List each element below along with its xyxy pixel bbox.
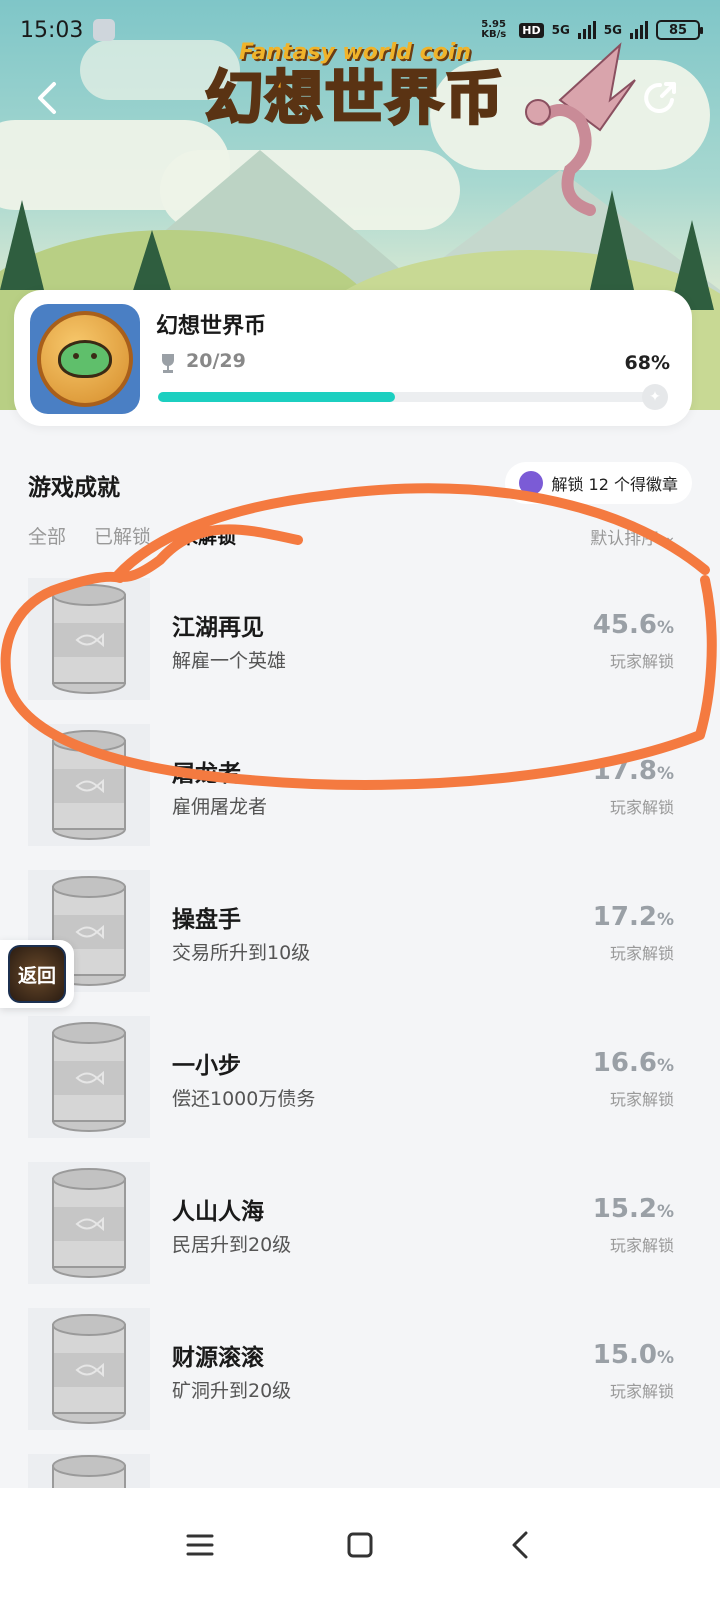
- signal-label-2: 5G: [603, 23, 622, 37]
- achievement-percent: 68%: [624, 352, 670, 374]
- wrench-icon: [93, 19, 116, 41]
- hd-icon: HD: [519, 22, 544, 38]
- achievement-unlock-label: 玩家解锁: [609, 1236, 674, 1255]
- locked-can-icon: [52, 1168, 126, 1278]
- achievement-name: 人山人海: [172, 1199, 264, 1225]
- achievement-item[interactable]: 人山人海 民居升到20级 15.2% 玩家解锁: [0, 1162, 720, 1308]
- achievement-unlock-label: 玩家解锁: [609, 798, 674, 817]
- achievement-thumbnail: [28, 1162, 150, 1284]
- percent-unit: %: [656, 910, 674, 930]
- percent-value: 16.6: [592, 1048, 657, 1078]
- achievement-thumbnail: [28, 1308, 150, 1430]
- achievement-unlock-percent: 15.2%: [593, 1194, 674, 1224]
- achievement-item[interactable]: 财源滚滚 矿洞升到20级 15.0% 玩家解锁: [0, 1308, 720, 1454]
- percent-value: 15.0: [592, 1340, 657, 1370]
- net-speed: 5.95 KB/s: [481, 19, 507, 40]
- achievement-thumbnail: [28, 1016, 150, 1138]
- achievement-unlock-label: 玩家解锁: [609, 1090, 674, 1109]
- achievement-item[interactable]: 江湖再见 解雇一个英雄 45.6% 玩家解锁: [0, 578, 720, 724]
- game-summary-card: 幻想世界币 20/29 68% ✦: [14, 290, 692, 426]
- achievement-list: 江湖再见 解雇一个英雄 45.6% 玩家解锁 屠龙者 雇佣屠龙者 17.8% 玩…: [0, 578, 720, 1600]
- locked-can-icon: [52, 730, 126, 840]
- achievement-unlock-label: 玩家解锁: [609, 944, 674, 963]
- status-indicators: 5.95 KB/s HD 5G 5G 85: [481, 19, 703, 40]
- signal-icon-2: [630, 21, 648, 39]
- menu-icon[interactable]: [185, 1530, 215, 1560]
- game-logo: Fantasy world coin 幻想世界币: [190, 40, 520, 133]
- chevron-down-icon: ⌄: [664, 528, 676, 545]
- achievement-count: 20/29: [186, 350, 246, 372]
- percent-unit: %: [656, 1348, 674, 1368]
- achievement-item[interactable]: 操盘手 交易所升到10级 17.2% 玩家解锁: [0, 870, 720, 1016]
- progress-end-icon: ✦: [642, 384, 668, 410]
- achievement-unlock-percent: 17.8%: [593, 756, 674, 786]
- achievement-description: 民居升到20级: [172, 1234, 292, 1256]
- achievement-unlock-percent: 17.2%: [593, 902, 674, 932]
- achievement-name: 屠龙者: [172, 761, 241, 787]
- achievement-thumbnail: [28, 578, 150, 700]
- percent-value: 17.8: [592, 756, 657, 786]
- achievement-name: 财源滚滚: [172, 1345, 264, 1371]
- share-icon[interactable]: [640, 78, 680, 118]
- badge-icon: [519, 471, 544, 495]
- percent-value: 45.6: [592, 610, 657, 640]
- percent-value: 17.2: [592, 902, 657, 932]
- achievement-unlock-label: 玩家解锁: [609, 1382, 674, 1401]
- achievement-name: 操盘手: [172, 907, 241, 933]
- achievement-name: 一小步: [172, 1053, 241, 1079]
- percent-value: 15.2: [592, 1194, 657, 1224]
- goblin-icon: [58, 340, 112, 378]
- achievement-unlock-percent: 15.0%: [593, 1340, 674, 1370]
- locked-can-icon: [52, 1314, 126, 1424]
- home-square-icon[interactable]: [345, 1530, 375, 1560]
- trophy-icon: [162, 354, 174, 373]
- progress-fill: [158, 392, 395, 402]
- achievement-tabs: 全部 已解锁 未解锁: [28, 522, 236, 549]
- system-nav-bar: [0, 1488, 720, 1601]
- achievement-description: 矿洞升到20级: [172, 1380, 292, 1402]
- achievement-description: 偿还1000万债务: [172, 1088, 316, 1110]
- signal-icon: [577, 21, 596, 39]
- game-icon: [30, 304, 140, 414]
- percent-unit: %: [656, 1056, 674, 1076]
- dragon-illustration: [525, 42, 636, 216]
- section-title: 游戏成就: [28, 475, 120, 501]
- battery-icon: 85: [656, 20, 703, 40]
- coin-icon: [37, 311, 133, 407]
- floating-return-button[interactable]: 返回: [0, 940, 74, 1008]
- status-time: 15:03: [20, 17, 84, 43]
- return-label: 返回: [8, 945, 66, 1003]
- achievement-unlock-percent: 16.6%: [593, 1048, 674, 1078]
- sort-dropdown[interactable]: 默认排序 ⌄: [590, 524, 676, 550]
- achievement-unlock-label: 玩家解锁: [609, 652, 674, 671]
- achievement-thumbnail: [28, 724, 150, 846]
- achievement-item[interactable]: 一小步 偿还1000万债务 16.6% 玩家解锁: [0, 1016, 720, 1162]
- achievement-description: 交易所升到10级: [172, 942, 311, 964]
- badge-text: 解锁 12 个得徽章: [551, 475, 678, 494]
- tab-unlocked[interactable]: 已解锁: [94, 522, 151, 549]
- percent-unit: %: [656, 1202, 674, 1222]
- nav-back-icon[interactable]: [505, 1530, 535, 1560]
- achievement-description: 雇佣屠龙者: [172, 796, 268, 818]
- percent-unit: %: [656, 618, 674, 638]
- achievement-unlock-percent: 45.6%: [593, 610, 674, 640]
- battery-level: 85: [668, 22, 688, 38]
- tab-locked[interactable]: 未解锁: [179, 522, 236, 549]
- progress-track: [158, 392, 648, 402]
- achievement-item[interactable]: 屠龙者 雇佣屠龙者 17.8% 玩家解锁: [0, 724, 720, 870]
- back-arrow-icon[interactable]: [28, 78, 64, 118]
- percent-unit: %: [656, 764, 674, 784]
- achievement-description: 解雇一个英雄: [172, 650, 287, 672]
- game-name: 幻想世界币: [156, 314, 267, 339]
- badge-reward-pill[interactable]: 解锁 12 个得徽章: [505, 462, 692, 504]
- tab-all[interactable]: 全部: [28, 522, 66, 549]
- sort-label: 默认排序: [590, 529, 659, 549]
- achievement-name: 江湖再见: [172, 615, 264, 641]
- logo-chinese: 幻想世界币: [203, 64, 505, 133]
- locked-can-icon: [52, 584, 126, 694]
- locked-can-icon: [52, 1022, 126, 1132]
- signal-label-1: 5G: [551, 23, 570, 37]
- logo-english: Fantasy world coin: [238, 40, 472, 65]
